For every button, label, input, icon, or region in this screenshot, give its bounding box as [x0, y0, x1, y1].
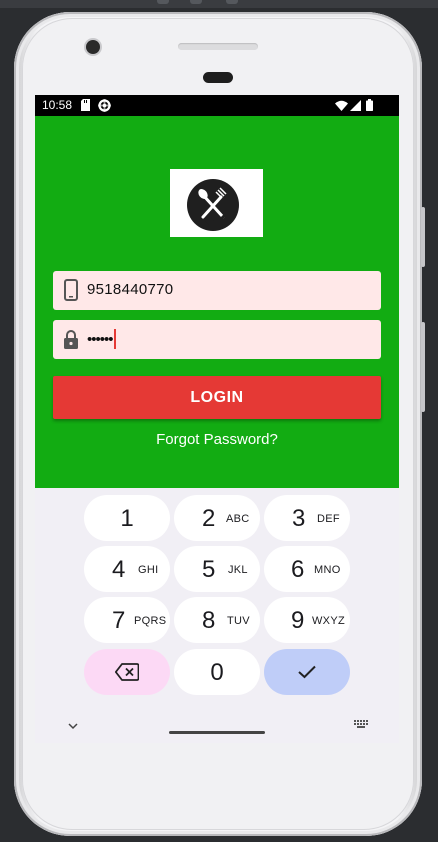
app-logo	[170, 169, 263, 237]
volume-button[interactable]	[421, 207, 425, 267]
chevron-down-icon[interactable]	[68, 717, 78, 735]
gesture-nav-handle[interactable]	[169, 731, 265, 734]
toolbar-ghost-icon	[226, 0, 238, 4]
toolbar-ghost-icon	[157, 0, 169, 4]
key-letters: PQRS	[134, 615, 167, 627]
password-value: ••••••	[87, 330, 113, 348]
login-button[interactable]: LOGIN	[53, 376, 381, 419]
key-9[interactable]: 9 WXYZ	[264, 597, 350, 643]
key-letters: GHI	[138, 564, 159, 576]
front-camera	[86, 40, 100, 54]
key-digit: 5	[202, 556, 216, 583]
backspace-icon	[114, 663, 140, 686]
key-digit: 7	[112, 607, 126, 634]
toolbar-ghost-icon	[190, 0, 202, 4]
key-letters: JKL	[228, 564, 248, 576]
done-key[interactable]	[264, 649, 350, 695]
sd-card-icon	[81, 99, 90, 114]
key-digit: 4	[112, 556, 126, 583]
key-4[interactable]: 4 GHI	[84, 546, 170, 592]
key-7[interactable]: 7 PQRS	[84, 597, 170, 643]
key-digit: 8	[202, 607, 216, 634]
lock-icon	[63, 328, 79, 350]
phone-field[interactable]: 9518440770	[53, 271, 381, 310]
device-screen: 10:58 9518440770 •••••• LOGIN Forgot Pas…	[35, 95, 399, 743]
key-8[interactable]: 8 TUV	[174, 597, 260, 643]
key-0[interactable]: 0	[174, 649, 260, 695]
key-digit: 9	[291, 607, 305, 634]
key-digit: 0	[210, 659, 224, 686]
phone-value: 9518440770	[87, 281, 174, 298]
key-digit: 2	[202, 505, 216, 532]
keyboard-icon[interactable]	[353, 716, 369, 734]
wifi-icon	[335, 100, 348, 114]
cell-signal-icon	[350, 100, 361, 114]
battery-icon	[366, 99, 373, 114]
earpiece-speaker	[178, 43, 258, 50]
status-bar: 10:58	[35, 95, 399, 116]
key-digit: 1	[120, 505, 134, 532]
key-6[interactable]: 6 MNO	[264, 546, 350, 592]
key-digit: 3	[292, 505, 306, 532]
forgot-password-link[interactable]: Forgot Password?	[35, 431, 399, 448]
numeric-keypad: 1 2 ABC 3 DEF 4 GHI 5 JKL 6 MNO 7 PQRS 8	[35, 488, 399, 743]
power-button[interactable]	[421, 322, 425, 412]
emulator-top-strip	[0, 0, 438, 8]
key-digit: 6	[291, 556, 305, 583]
proximity-sensor	[203, 72, 233, 83]
backspace-key[interactable]	[84, 649, 170, 695]
key-1[interactable]: 1	[84, 495, 170, 541]
key-letters: DEF	[317, 513, 340, 525]
key-letters: ABC	[226, 513, 250, 525]
check-icon	[298, 665, 316, 684]
login-screen: 9518440770 •••••• LOGIN Forgot Password?	[35, 116, 399, 488]
settings-gear-icon	[98, 99, 111, 115]
status-time: 10:58	[42, 98, 73, 112]
key-2[interactable]: 2 ABC	[174, 495, 260, 541]
fork-spoon-logo-icon	[187, 179, 239, 231]
phone-icon	[63, 279, 79, 301]
key-letters: MNO	[314, 564, 341, 576]
key-5[interactable]: 5 JKL	[174, 546, 260, 592]
key-letters: TUV	[227, 615, 250, 627]
text-cursor	[113, 329, 116, 349]
password-field[interactable]: ••••••	[53, 320, 381, 359]
key-letters: WXYZ	[312, 615, 345, 627]
key-3[interactable]: 3 DEF	[264, 495, 350, 541]
password-value-wrap: ••••••	[87, 329, 116, 350]
